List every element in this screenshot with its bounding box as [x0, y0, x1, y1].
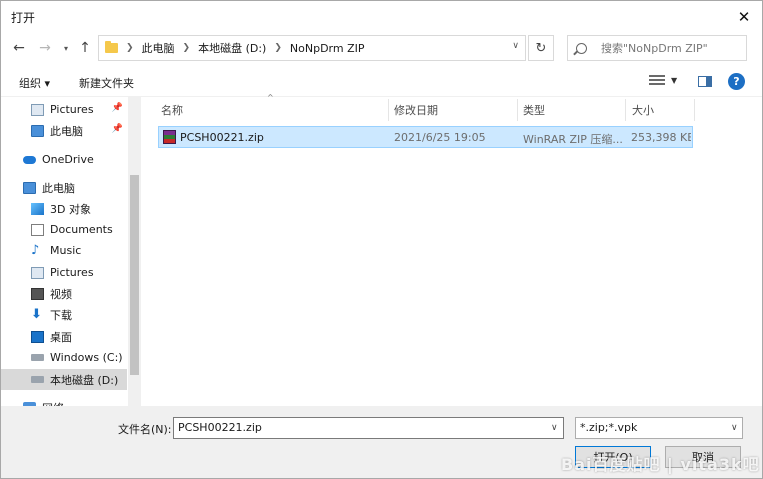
file-type: WinRAR ZIP 压缩... — [523, 133, 623, 146]
column-divider[interactable] — [388, 99, 389, 121]
organize-button[interactable]: 组织 ▾ — [19, 75, 50, 91]
nav-item-pictures[interactable]: Pictures — [1, 262, 127, 283]
breadcrumb-this-pc[interactable]: 此电脑 — [142, 40, 175, 56]
nav-item-documents[interactable]: Documents — [1, 219, 127, 240]
nav-item-network[interactable]: 网络 — [1, 397, 127, 406]
filetype-select[interactable]: *.zip;*.vpk — [575, 417, 743, 439]
breadcrumb-local-disk[interactable]: 本地磁盘 (D:) — [198, 40, 266, 56]
folder-icon — [105, 41, 118, 53]
view-options-icon[interactable] — [649, 75, 665, 87]
column-header-modified[interactable]: 修改日期 — [394, 99, 514, 121]
chevron-right-icon[interactable]: ❯ — [274, 43, 282, 53]
chevron-down-icon[interactable]: ∨ — [551, 423, 558, 433]
column-divider[interactable] — [694, 99, 695, 121]
computer-icon — [31, 124, 44, 137]
nav-item-pictures-quick[interactable]: Pictures 📌 — [1, 99, 127, 120]
column-header-size[interactable]: 大小 — [632, 99, 692, 121]
address-bar[interactable]: ❯ 此电脑 ❯ 本地磁盘 (D:) ❯ NoNpDrm ZIP ∨ — [98, 35, 526, 61]
nav-item-3d-objects[interactable]: 3D 对象 — [1, 198, 127, 219]
search-input[interactable]: 搜索"NoNpDrm ZIP" — [567, 35, 747, 61]
chevron-down-icon[interactable]: ∨ — [731, 423, 738, 433]
filename-label: 文件名(N): — [118, 423, 172, 436]
breadcrumb-nonpdrm-zip[interactable]: NoNpDrm ZIP — [290, 42, 365, 55]
nav-item-windows-c[interactable]: Windows (C:) — [1, 347, 127, 368]
chevron-right-icon[interactable]: ❯ — [126, 43, 134, 53]
pictures-icon — [31, 103, 44, 116]
recent-locations-chevron-icon[interactable]: ▾ — [59, 37, 73, 59]
open-file-dialog: 打开 ✕ ← → ▾ ↑ ❯ 此电脑 ❯ 本地磁盘 (D:) ❯ NoNpDrm… — [0, 0, 763, 479]
command-toolbar: 组织 ▾ 新建文件夹 — [1, 65, 762, 97]
nav-item-this-pc-quick[interactable]: 此电脑 📌 — [1, 120, 127, 141]
desktop-icon — [31, 330, 44, 343]
column-header-type[interactable]: 类型 — [523, 99, 621, 121]
zip-archive-icon — [163, 130, 176, 144]
column-divider[interactable] — [517, 99, 518, 121]
chevron-down-icon[interactable]: ▼ — [671, 76, 677, 85]
3d-objects-icon — [31, 202, 44, 215]
file-modified: 2021/6/25 19:05 — [394, 131, 486, 144]
navigation-scrollbar[interactable] — [128, 97, 141, 406]
documents-icon — [31, 223, 44, 236]
up-arrow-icon[interactable]: ↑ — [75, 37, 95, 59]
column-divider[interactable] — [625, 99, 626, 121]
pin-icon: 📌 — [111, 124, 123, 134]
refresh-icon[interactable]: ↻ — [528, 35, 554, 61]
scrollbar-thumb[interactable] — [130, 175, 139, 375]
watermark: Bai百度贴吧 | vita3k吧 — [561, 455, 760, 474]
nav-item-desktop[interactable]: 桌面 — [1, 326, 127, 347]
chevron-down-icon[interactable]: ∨ — [512, 41, 519, 51]
download-icon: ⬇ — [31, 306, 42, 322]
help-icon[interactable]: ? — [728, 73, 745, 90]
close-icon[interactable]: ✕ — [729, 3, 759, 31]
file-size: 253,398 KB — [631, 131, 691, 144]
nav-item-this-pc[interactable]: 此电脑 — [1, 177, 127, 198]
filename-input[interactable]: PCSH00221.zip — [173, 417, 564, 439]
preview-pane-icon[interactable] — [698, 76, 712, 87]
chevron-right-icon[interactable]: ❯ — [183, 43, 191, 53]
nav-item-downloads[interactable]: ⬇ 下载 — [1, 304, 127, 325]
navigation-pane: Pictures 📌 此电脑 📌 OneDrive 此电脑 3D 对象 Docu… — [1, 97, 142, 406]
pictures-icon — [31, 266, 44, 279]
search-placeholder: 搜索"NoNpDrm ZIP" — [601, 42, 708, 55]
nav-item-music[interactable]: ♪ Music — [1, 240, 127, 261]
drive-icon — [31, 376, 44, 383]
search-icon — [576, 42, 587, 54]
video-icon — [31, 287, 44, 300]
music-icon: ♪ — [31, 242, 40, 258]
pin-icon: 📌 — [111, 103, 123, 113]
forward-arrow-icon[interactable]: → — [35, 37, 55, 59]
back-arrow-icon[interactable]: ← — [9, 37, 29, 59]
new-folder-button[interactable]: 新建文件夹 — [79, 75, 134, 91]
nav-item-onedrive[interactable]: OneDrive — [1, 149, 127, 170]
cloud-icon — [23, 155, 36, 164]
dialog-title: 打开 — [11, 11, 36, 25]
drive-icon — [31, 354, 44, 361]
file-row[interactable]: PCSH00221.zip 2021/6/25 19:05 WinRAR ZIP… — [158, 126, 693, 148]
column-header-name[interactable]: 名称 — [161, 99, 387, 121]
computer-icon — [23, 181, 36, 194]
nav-item-videos[interactable]: 视频 — [1, 283, 127, 304]
nav-item-local-disk-d[interactable]: 本地磁盘 (D:) — [1, 369, 127, 390]
file-name: PCSH00221.zip — [180, 131, 264, 144]
title-bar: 打开 ✕ — [1, 1, 762, 33]
